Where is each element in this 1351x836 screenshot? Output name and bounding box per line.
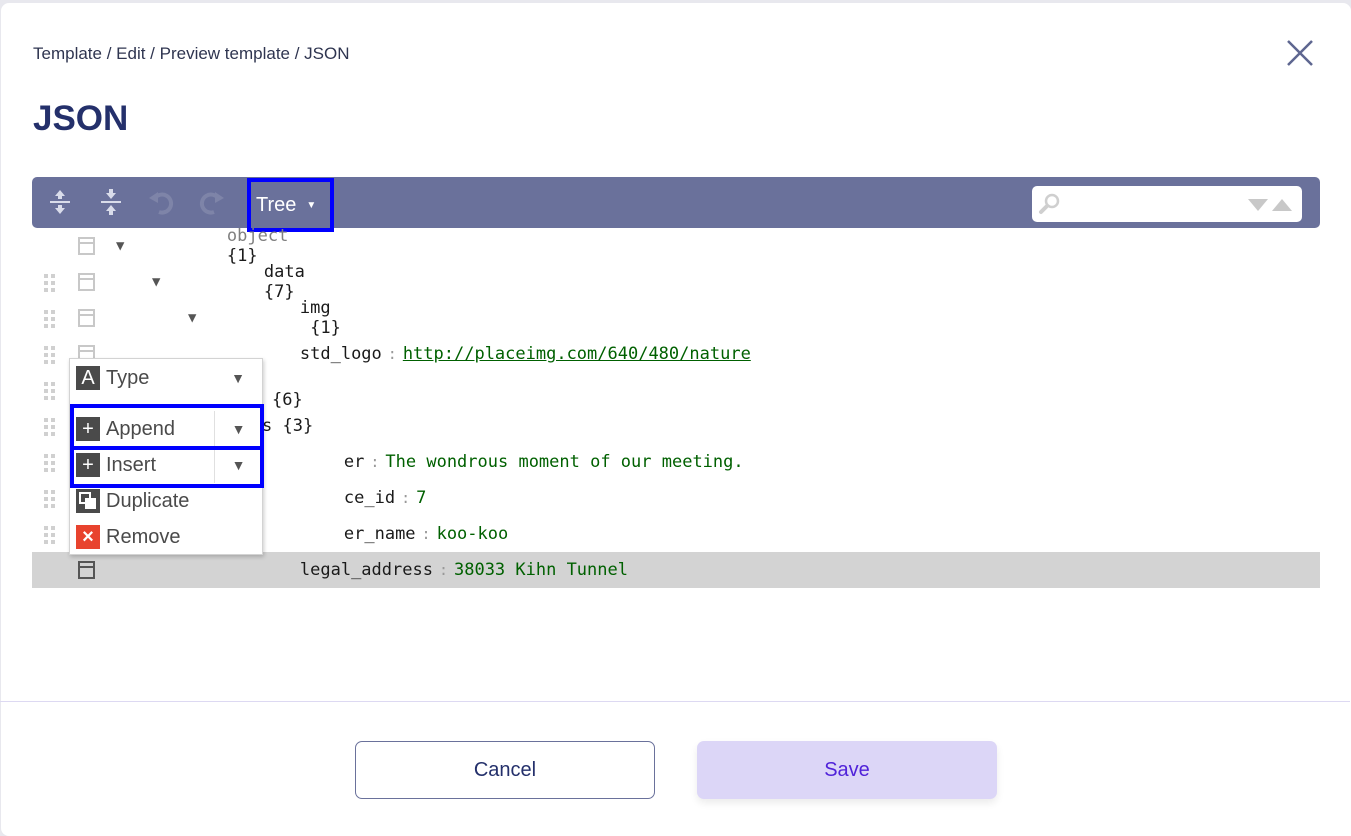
- plus-icon: +: [76, 453, 100, 477]
- close-button[interactable]: [1285, 38, 1315, 68]
- drag-handle-icon[interactable]: [44, 454, 56, 472]
- menu-item-append[interactable]: + Append ▼: [70, 411, 262, 447]
- search-box: [1032, 186, 1302, 222]
- close-icon: [1287, 40, 1313, 66]
- context-menu: A Type ▼ + Append ▼ + Insert ▼ Duplicate…: [69, 358, 263, 555]
- separator: :: [387, 345, 397, 363]
- caret-down-icon: ▼: [306, 199, 317, 211]
- submenu-arrow-icon[interactable]: ▼: [214, 411, 262, 447]
- field-label: img: [299, 298, 331, 318]
- collapse-all-button[interactable]: [95, 186, 127, 218]
- context-menu-button[interactable]: [78, 273, 95, 291]
- remove-icon: ×: [76, 525, 100, 549]
- expand-all-button[interactable]: [44, 186, 76, 218]
- menu-item-duplicate[interactable]: Duplicate: [70, 483, 262, 519]
- breadcrumb: Template / Edit / Preview template / JSO…: [33, 44, 350, 63]
- field-value[interactable]: 38033 Kihn Tunnel: [454, 560, 628, 580]
- context-menu-button[interactable]: [78, 561, 95, 579]
- expand-toggle-icon[interactable]: ▼: [116, 238, 124, 254]
- tree-row-selected[interactable]: legal_address:38033 Kihn Tunnel: [32, 552, 1320, 588]
- drag-handle-icon[interactable]: [44, 310, 56, 328]
- menu-item-type[interactable]: A Type ▼: [70, 360, 262, 396]
- search-previous-icon[interactable]: [1272, 199, 1292, 211]
- drag-handle-icon[interactable]: [44, 274, 56, 292]
- context-menu-button[interactable]: [78, 309, 95, 327]
- submenu-arrow-icon[interactable]: ▼: [214, 447, 262, 483]
- field-name: legal_address:38033 Kihn Tunnel: [218, 540, 628, 600]
- save-button[interactable]: Save: [697, 741, 997, 799]
- field-label: legal_address: [299, 560, 433, 580]
- expand-all-icon: [50, 190, 70, 214]
- plus-icon: +: [76, 417, 100, 441]
- footer-divider: [0, 701, 1350, 702]
- menu-item-label: Duplicate: [106, 489, 190, 512]
- menu-item-label: Type: [106, 366, 150, 389]
- separator: :: [438, 561, 448, 579]
- field-label: std_logo: [299, 344, 382, 364]
- duplicate-icon: [76, 489, 100, 513]
- menu-item-label: Remove: [106, 525, 181, 548]
- page-title: JSON: [33, 99, 129, 138]
- collapse-all-icon: [101, 189, 121, 215]
- drag-handle-icon[interactable]: [44, 346, 56, 364]
- search-next-icon[interactable]: [1248, 199, 1268, 211]
- cancel-button[interactable]: Cancel: [355, 741, 655, 799]
- field-value-link[interactable]: http://placeimg.com/640/480/nature: [403, 344, 751, 364]
- type-icon: A: [76, 366, 100, 390]
- menu-item-remove[interactable]: × Remove: [70, 519, 262, 555]
- menu-item-label: Insert: [106, 453, 157, 476]
- expand-toggle-icon[interactable]: ▼: [152, 274, 160, 290]
- search-input[interactable]: [1066, 190, 1236, 218]
- drag-handle-icon[interactable]: [44, 526, 56, 544]
- field-value[interactable]: The wondrous moment of our meeting.: [385, 452, 743, 472]
- expand-toggle-icon[interactable]: ▼: [188, 310, 196, 326]
- drag-handle-icon[interactable]: [44, 418, 56, 436]
- submenu-arrow-icon[interactable]: ▼: [214, 360, 262, 396]
- menu-item-insert[interactable]: + Insert ▼: [70, 447, 262, 483]
- search-icon: [1039, 193, 1060, 214]
- context-menu-button[interactable]: [78, 237, 95, 255]
- drag-handle-icon[interactable]: [44, 382, 56, 400]
- drag-handle-icon[interactable]: [44, 490, 56, 508]
- menu-item-label: Append: [106, 417, 175, 440]
